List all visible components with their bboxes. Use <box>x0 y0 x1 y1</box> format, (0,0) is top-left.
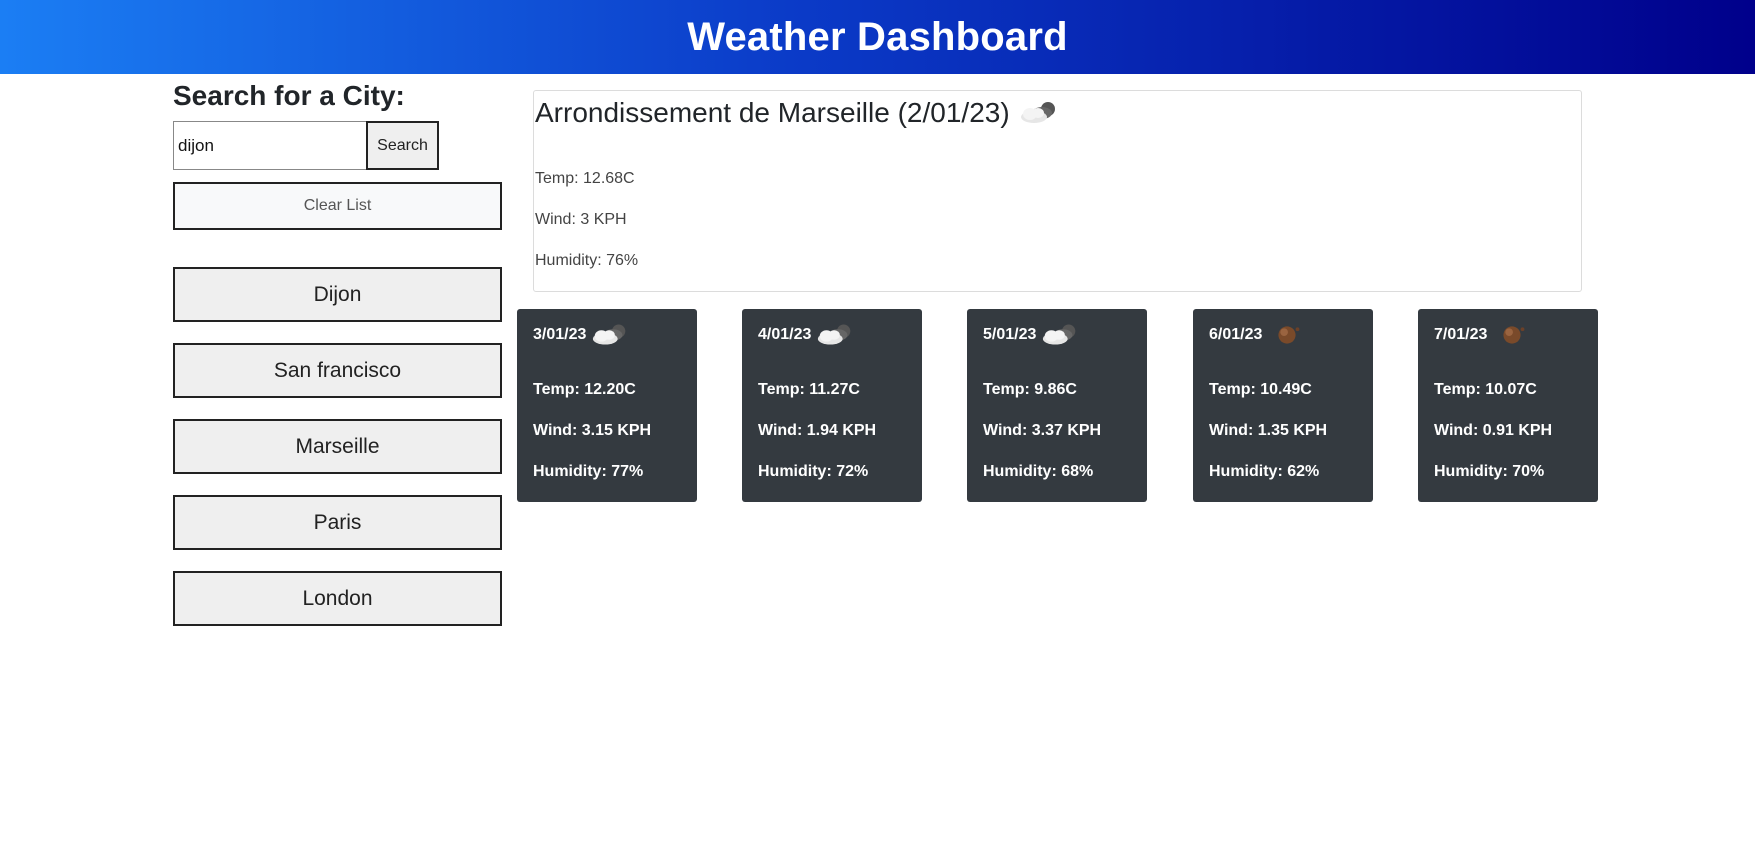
forecast-header: 7/01/23 <box>1434 321 1533 349</box>
clear-list-button[interactable]: Clear List <box>173 182 502 230</box>
forecast-header: 4/01/23 <box>758 321 857 349</box>
cloudy-icon <box>815 321 857 349</box>
forecast-humidity: Humidity: 77% <box>533 463 644 480</box>
forecast-card: 7/01/23 Temp: 10.07C Wind: 0.91 KPH Humi… <box>1418 309 1598 502</box>
forecast-humidity: Humidity: 72% <box>758 463 869 480</box>
forecast-date: 7/01/23 <box>1434 326 1488 343</box>
history-city-button[interactable]: San francisco <box>173 343 502 398</box>
search-input[interactable] <box>173 121 367 170</box>
search-heading: Search for a City: <box>173 80 405 111</box>
history-city-button[interactable]: Marseille <box>173 419 502 474</box>
current-wind: Wind: 3 KPH <box>535 211 627 228</box>
forecast-wind: Wind: 3.15 KPH <box>533 422 652 439</box>
search-history-list: Dijon San francisco Marseille Paris Lond… <box>173 267 502 647</box>
history-city-button[interactable]: Dijon <box>173 267 502 322</box>
forecast-temp: Temp: 11.27C <box>758 381 860 398</box>
search-button[interactable]: Search <box>366 121 439 170</box>
cloudy-icon <box>1018 99 1062 127</box>
forecast-wind: Wind: 0.91 KPH <box>1434 422 1553 439</box>
forecast-header: 6/01/23 <box>1209 321 1308 349</box>
forecast-date: 5/01/23 <box>983 326 1037 343</box>
forecast-humidity: Humidity: 68% <box>983 463 1094 480</box>
forecast-card: 3/01/23 Temp: 12.20C Wind: 3.15 KPH Humi… <box>517 309 697 502</box>
forecast-humidity: Humidity: 62% <box>1209 463 1320 480</box>
forecast-wind: Wind: 1.94 KPH <box>758 422 877 439</box>
forecast-header: 3/01/23 <box>533 321 632 349</box>
rain-icon <box>1266 321 1308 349</box>
current-weather-title: Arrondissement de Marseille (2/01/23) <box>535 97 1062 129</box>
cloudy-icon <box>590 321 632 349</box>
forecast-wind: Wind: 3.37 KPH <box>983 422 1102 439</box>
current-city-date: Arrondissement de Marseille (2/01/23) <box>535 97 1010 128</box>
forecast-date: 4/01/23 <box>758 326 812 343</box>
cloudy-icon <box>1040 321 1082 349</box>
history-city-button[interactable]: London <box>173 571 502 626</box>
forecast-wind: Wind: 1.35 KPH <box>1209 422 1328 439</box>
rain-icon <box>1491 321 1533 349</box>
forecast-card: 5/01/23 Temp: 9.86C Wind: 3.37 KPH Humid… <box>967 309 1147 502</box>
forecast-temp: Temp: 10.07C <box>1434 381 1537 398</box>
current-humidity: Humidity: 76% <box>535 252 639 269</box>
forecast-card: 4/01/23 Temp: 11.27C Wind: 1.94 KPH Humi… <box>742 309 922 502</box>
forecast-date: 3/01/23 <box>533 326 587 343</box>
forecast-temp: Temp: 12.20C <box>533 381 636 398</box>
forecast-humidity: Humidity: 70% <box>1434 463 1545 480</box>
forecast-temp: Temp: 9.86C <box>983 381 1077 398</box>
current-temp: Temp: 12.68C <box>535 170 635 187</box>
forecast-temp: Temp: 10.49C <box>1209 381 1312 398</box>
history-city-button[interactable]: Paris <box>173 495 502 550</box>
page-header: Weather Dashboard <box>0 0 1755 74</box>
page-title: Weather Dashboard <box>687 14 1068 59</box>
forecast-header: 5/01/23 <box>983 321 1082 349</box>
current-weather-card: Arrondissement de Marseille (2/01/23) Te… <box>533 90 1582 292</box>
forecast-card: 6/01/23 Temp: 10.49C Wind: 1.35 KPH Humi… <box>1193 309 1373 502</box>
forecast-date: 6/01/23 <box>1209 326 1263 343</box>
